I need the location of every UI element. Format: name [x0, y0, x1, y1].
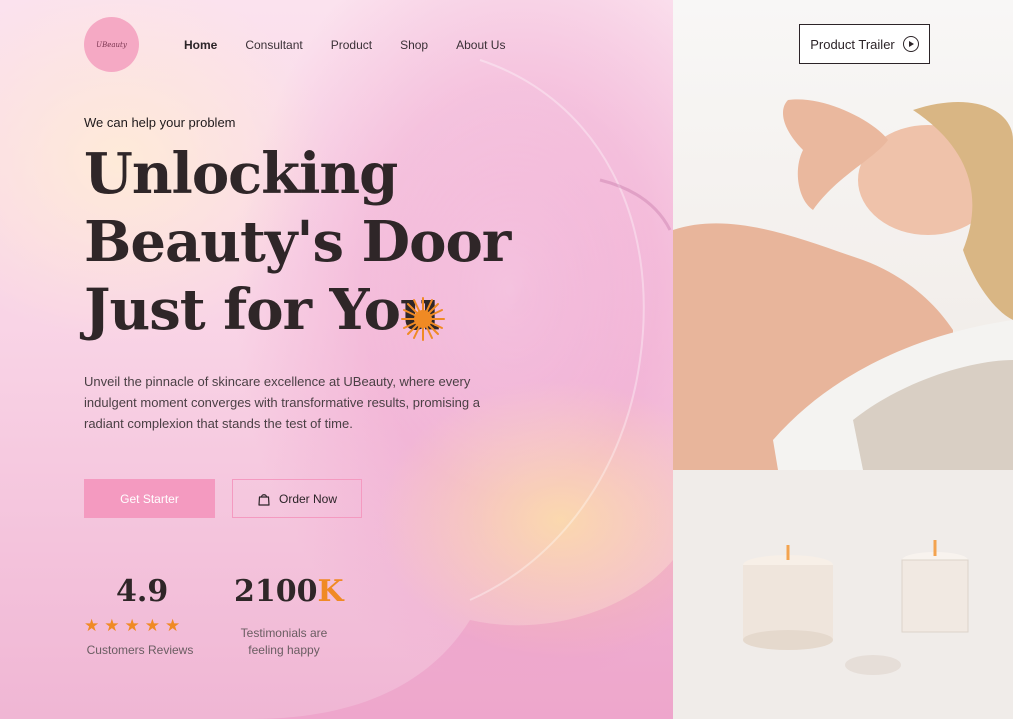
star-icon: ★: [144, 616, 160, 636]
product-trailer-label: Product Trailer: [810, 36, 895, 52]
hero-tagline: We can help your problem: [84, 115, 236, 130]
testimonials-label: Testimonials are feeling happy: [228, 625, 340, 659]
brand-logo[interactable]: UBeauty: [84, 17, 139, 72]
star-icon: ★: [124, 616, 140, 636]
star-icon: ★: [84, 616, 100, 636]
rating-stars: ★ ★ ★ ★ ★: [84, 618, 180, 635]
play-circle-icon: [902, 36, 919, 52]
hero-headline-line3: Just for You: [84, 277, 441, 343]
testimonials-suffix: K: [317, 574, 344, 609]
star-icon: ★: [165, 616, 181, 636]
sparkle-icon: [401, 297, 445, 341]
testimonials-number: 2100: [234, 574, 318, 609]
rating-value: 4.9: [116, 574, 169, 609]
shopping-bag-icon: [258, 493, 270, 506]
nav-item-product[interactable]: Product: [331, 38, 372, 52]
nav-item-home[interactable]: Home: [184, 38, 217, 52]
nav-item-shop[interactable]: Shop: [400, 38, 428, 52]
nav-item-about-us[interactable]: About Us: [456, 38, 505, 52]
product-trailer-button[interactable]: Product Trailer: [799, 24, 930, 64]
testimonials-label-line2: feeling happy: [248, 643, 320, 657]
spa-photo: [673, 0, 1013, 719]
hero-face-silhouette: [250, 0, 673, 719]
main-nav: Home Consultant Product Shop About Us: [184, 38, 533, 52]
hero-headline: Unlocking Beauty's Door Just for You: [84, 140, 544, 344]
brand-logo-text: UBeauty: [96, 40, 127, 49]
order-now-button[interactable]: Order Now: [232, 479, 362, 518]
spa-photo-illustration: [673, 99, 1013, 719]
rating-label: Customers Reviews: [86, 643, 194, 657]
order-now-label: Order Now: [278, 491, 337, 506]
testimonials-value: 2100K: [234, 574, 344, 609]
testimonials-label-line1: Testimonials are: [240, 626, 328, 640]
hero-background: [0, 0, 673, 719]
star-icon: ★: [104, 616, 120, 636]
hero-headline-line1: Unlocking: [84, 141, 398, 207]
hero-description: Unveil the pinnacle of skincare excellen…: [84, 374, 480, 431]
get-starter-button[interactable]: Get Starter: [84, 479, 215, 518]
nav-item-consultant[interactable]: Consultant: [245, 38, 302, 52]
hero-headline-line2: Beauty's Door: [84, 209, 511, 275]
